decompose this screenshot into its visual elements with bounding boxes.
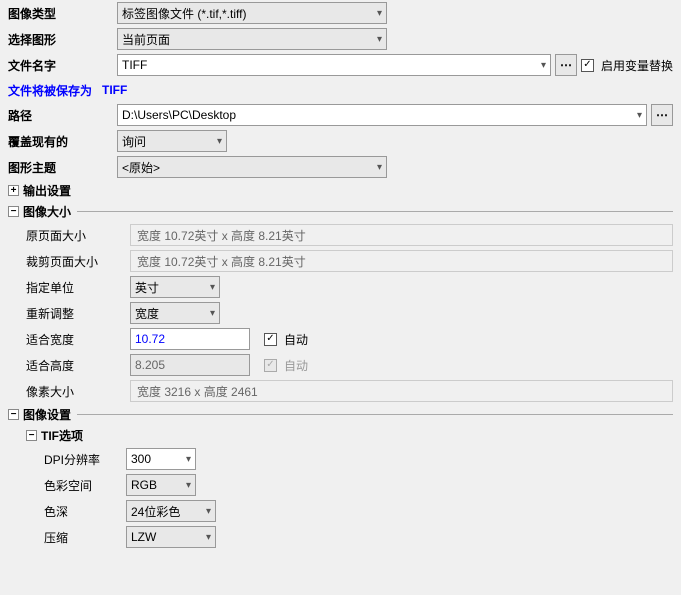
fit-height-auto-checkbox: ✓ (264, 359, 277, 372)
compression-value: LZW (131, 530, 156, 544)
shape-theme-select[interactable]: <原始> ▾ (117, 156, 387, 178)
color-space-select[interactable]: RGB ▾ (126, 474, 196, 496)
path-browse-button[interactable]: ⋯ (651, 104, 673, 126)
chevron-down-icon: ▾ (210, 282, 215, 293)
pixel-size-label: 像素大小 (26, 383, 126, 400)
chevron-down-icon: ▾ (377, 34, 382, 45)
crop-page-size-value: 宽度 10.72英寸 x 高度 8.21英寸 (130, 250, 673, 272)
image-settings-toggle[interactable]: − (8, 409, 19, 420)
fit-width-value: 10.72 (135, 332, 165, 346)
divider (77, 414, 673, 415)
image-type-select[interactable]: 标签图像文件 (*.tif,*.tiff) ▾ (117, 2, 387, 24)
select-shape-label: 选择图形 (8, 31, 113, 48)
fit-width-auto-checkbox[interactable]: ✓ (264, 333, 277, 346)
shape-theme-value: <原始> (122, 159, 160, 176)
overwrite-select[interactable]: 询问 ▾ (117, 130, 227, 152)
path-value: D:\Users\PC\Desktop (122, 108, 236, 122)
fit-height-auto-label: 自动 (284, 357, 308, 374)
file-name-more-button[interactable]: ⋯ (555, 54, 577, 76)
compression-label: 压缩 (44, 529, 122, 546)
chevron-down-icon: ▾ (637, 110, 642, 121)
fit-width-input[interactable]: 10.72 (130, 328, 250, 350)
unit-select[interactable]: 英寸 ▾ (130, 276, 220, 298)
chevron-down-icon: ▾ (206, 506, 211, 517)
color-depth-label: 色深 (44, 503, 122, 520)
saved-as-prefix: 文件将被保存为 (8, 82, 92, 99)
unit-label: 指定单位 (26, 279, 126, 296)
chevron-down-icon: ▾ (541, 60, 546, 71)
resize-select[interactable]: 宽度 ▾ (130, 302, 220, 324)
image-size-toggle[interactable]: − (8, 206, 19, 217)
chevron-down-icon: ▾ (186, 480, 191, 491)
color-depth-value: 24位彩色 (131, 503, 180, 520)
image-size-label: 图像大小 (23, 203, 71, 220)
select-shape-value: 当前页面 (122, 31, 170, 48)
saved-as-value: TIFF (102, 83, 127, 97)
output-settings-label: 输出设置 (23, 182, 71, 199)
color-depth-select[interactable]: 24位彩色 ▾ (126, 500, 216, 522)
output-settings-toggle[interactable]: + (8, 185, 19, 196)
file-name-value: TIFF (122, 58, 147, 72)
shape-theme-label: 图形主题 (8, 159, 113, 176)
orig-page-size-label: 原页面大小 (26, 227, 126, 244)
file-name-input[interactable]: TIFF ▾ (117, 54, 551, 76)
select-shape-select[interactable]: 当前页面 ▾ (117, 28, 387, 50)
dpi-select[interactable]: 300 ▾ (126, 448, 196, 470)
path-input[interactable]: D:\Users\PC\Desktop ▾ (117, 104, 647, 126)
color-space-value: RGB (131, 478, 157, 492)
dpi-label: DPI分辨率 (44, 451, 122, 468)
tif-options-label: TIF选项 (41, 427, 83, 444)
crop-page-size-label: 裁剪页面大小 (26, 253, 126, 270)
resize-label: 重新调整 (26, 305, 126, 322)
image-settings-label: 图像设置 (23, 406, 71, 423)
image-type-value: 标签图像文件 (*.tif,*.tiff) (122, 5, 246, 22)
unit-value: 英寸 (135, 279, 159, 296)
divider (77, 211, 673, 212)
fit-height-label: 适合高度 (26, 357, 126, 374)
chevron-down-icon: ▾ (377, 8, 382, 19)
pixel-size-value: 宽度 3216 x 高度 2461 (130, 380, 673, 402)
enable-var-checkbox[interactable]: ✓ (581, 59, 594, 72)
tif-options-toggle[interactable]: − (26, 430, 37, 441)
chevron-down-icon: ▾ (210, 308, 215, 319)
enable-var-label: 启用变量替换 (601, 57, 673, 74)
fit-width-label: 适合宽度 (26, 331, 126, 348)
compression-select[interactable]: LZW ▾ (126, 526, 216, 548)
path-label: 路径 (8, 107, 113, 124)
orig-page-size-value: 宽度 10.72英寸 x 高度 8.21英寸 (130, 224, 673, 246)
chevron-down-icon: ▾ (217, 136, 222, 147)
dpi-value: 300 (131, 452, 151, 466)
file-name-label: 文件名字 (8, 57, 113, 74)
chevron-down-icon: ▾ (206, 532, 211, 543)
overwrite-label: 覆盖现有的 (8, 133, 113, 150)
chevron-down-icon: ▾ (377, 162, 382, 173)
fit-height-value: 8.205 (135, 358, 165, 372)
image-type-label: 图像类型 (8, 5, 113, 22)
fit-height-input: 8.205 (130, 354, 250, 376)
color-space-label: 色彩空间 (44, 477, 122, 494)
overwrite-value: 询问 (122, 133, 146, 150)
resize-value: 宽度 (135, 305, 159, 322)
chevron-down-icon: ▾ (186, 454, 191, 465)
fit-width-auto-label: 自动 (284, 331, 308, 348)
